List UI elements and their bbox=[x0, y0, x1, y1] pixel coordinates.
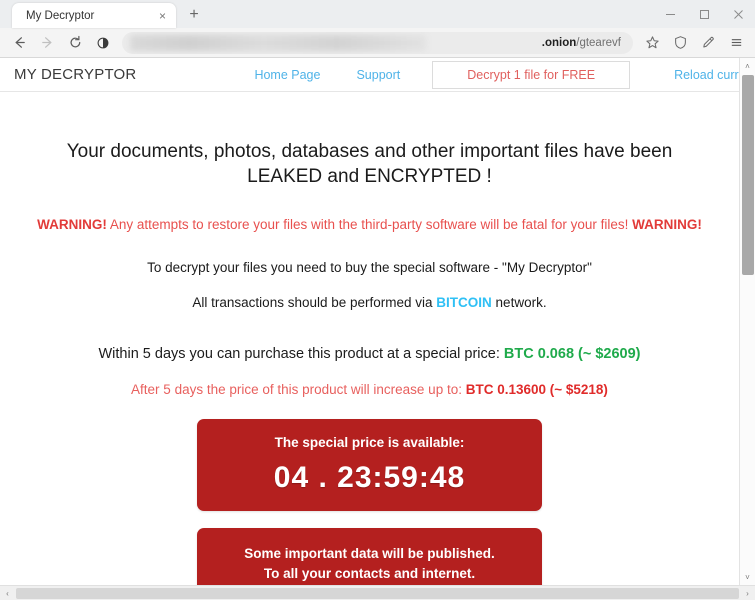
back-icon[interactable] bbox=[6, 30, 32, 56]
shield-icon[interactable] bbox=[667, 30, 693, 56]
leak-warning-line-2: To all your contacts and internet. bbox=[263, 565, 476, 581]
star-icon[interactable] bbox=[639, 30, 665, 56]
horizontal-scroll-thumb[interactable] bbox=[16, 587, 739, 599]
horizontal-scrollbar[interactable]: ‹ › bbox=[0, 585, 755, 600]
paragraph-buy-software: To decrypt your files you need to buy th… bbox=[147, 260, 592, 276]
vertical-scrollbar[interactable]: ˄ ˅ bbox=[739, 58, 755, 585]
window-controls bbox=[653, 0, 755, 28]
countdown-timer: 04 . 23:59:48 bbox=[273, 460, 466, 494]
countdown-title: The special price is available: bbox=[274, 435, 465, 451]
redacted-url-overlay bbox=[130, 34, 427, 51]
browser-window: My Decryptor × + .onion/gtearevf MY DECR… bbox=[0, 0, 755, 600]
scroll-right-icon[interactable]: › bbox=[740, 586, 755, 600]
url-text: .onion/gtearevf bbox=[542, 37, 621, 49]
page-content: MY DECRYPTOR Home Page Support Decrypt 1… bbox=[0, 58, 739, 585]
url-domain: .onion bbox=[541, 36, 577, 49]
page-title: MY DECRYPTOR bbox=[14, 66, 137, 83]
scroll-down-icon[interactable]: ˅ bbox=[740, 569, 755, 585]
ransom-note: Your documents, photos, databases and ot… bbox=[0, 92, 739, 585]
headline-line-2: LEAKED and ENCRYPTED ! bbox=[247, 165, 492, 187]
scroll-left-icon[interactable]: ‹ bbox=[0, 586, 15, 600]
warning-body: Any attempts to restore your files with … bbox=[106, 217, 633, 233]
half-circle-icon[interactable] bbox=[90, 30, 116, 56]
leak-warning-line-1: Some important data will be published. bbox=[244, 545, 495, 561]
warning-prefix: WARNING! bbox=[37, 217, 107, 233]
tab-strip: My Decryptor × + bbox=[0, 0, 755, 28]
new-tab-button[interactable]: + bbox=[182, 3, 206, 27]
nav-link-reload-page[interactable]: Reload current page bbox=[674, 68, 739, 82]
headline-line-1: Your documents, photos, databases and ot… bbox=[66, 141, 673, 162]
close-window-button[interactable] bbox=[721, 0, 755, 28]
nav-link-support[interactable]: Support bbox=[356, 68, 400, 82]
reload-icon[interactable] bbox=[62, 30, 88, 56]
countdown-box: The special price is available: 04 . 23:… bbox=[197, 419, 542, 511]
decrypt-free-button[interactable]: Decrypt 1 file for FREE bbox=[432, 60, 631, 89]
address-bar[interactable]: .onion/gtearevf bbox=[122, 31, 633, 54]
increased-price-text: After 5 days the price of this product w… bbox=[131, 382, 466, 398]
browser-toolbar: .onion/gtearevf bbox=[0, 28, 755, 58]
warning-suffix: WARNING! bbox=[632, 217, 702, 233]
headline: Your documents, photos, databases and ot… bbox=[60, 132, 680, 189]
bitcoin-label: BITCOIN bbox=[436, 295, 492, 311]
minimize-button[interactable] bbox=[653, 0, 687, 28]
nav-links: Home Page Support Decrypt 1 file for FRE… bbox=[136, 60, 739, 89]
bitcoin-text-after: network. bbox=[491, 295, 547, 311]
forward-icon[interactable] bbox=[34, 30, 60, 56]
scroll-up-icon[interactable]: ˄ bbox=[740, 58, 755, 74]
bitcoin-text-before: All transactions should be performed via bbox=[192, 295, 437, 311]
site-navigation: MY DECRYPTOR Home Page Support Decrypt 1… bbox=[0, 58, 739, 92]
vertical-scroll-thumb[interactable] bbox=[742, 75, 754, 275]
tab-title: My Decryptor bbox=[26, 9, 95, 22]
browser-tab[interactable]: My Decryptor × bbox=[12, 3, 176, 28]
url-path: /gtearevf bbox=[576, 36, 621, 49]
maximize-button[interactable] bbox=[687, 0, 721, 28]
menu-icon[interactable] bbox=[723, 30, 749, 56]
nav-link-home-page[interactable]: Home Page bbox=[254, 68, 320, 82]
collections-icon[interactable] bbox=[695, 30, 721, 56]
page-viewport: MY DECRYPTOR Home Page Support Decrypt 1… bbox=[0, 58, 755, 585]
increased-price-value: BTC 0.13600 (~ $5218) bbox=[465, 382, 608, 398]
special-price-line: Within 5 days you can purchase this prod… bbox=[0, 346, 739, 362]
special-price-value: BTC 0.068 (~ $2609) bbox=[503, 346, 641, 363]
close-icon[interactable]: × bbox=[155, 8, 170, 23]
special-price-text: Within 5 days you can purchase this prod… bbox=[98, 346, 504, 363]
increased-price-line: After 5 days the price of this product w… bbox=[0, 382, 739, 397]
warning-text: WARNING! Any attempts to restore your fi… bbox=[0, 217, 739, 232]
paragraph-bitcoin: All transactions should be performed via… bbox=[0, 295, 739, 310]
leak-warning-box: Some important data will be published. T… bbox=[197, 527, 542, 585]
